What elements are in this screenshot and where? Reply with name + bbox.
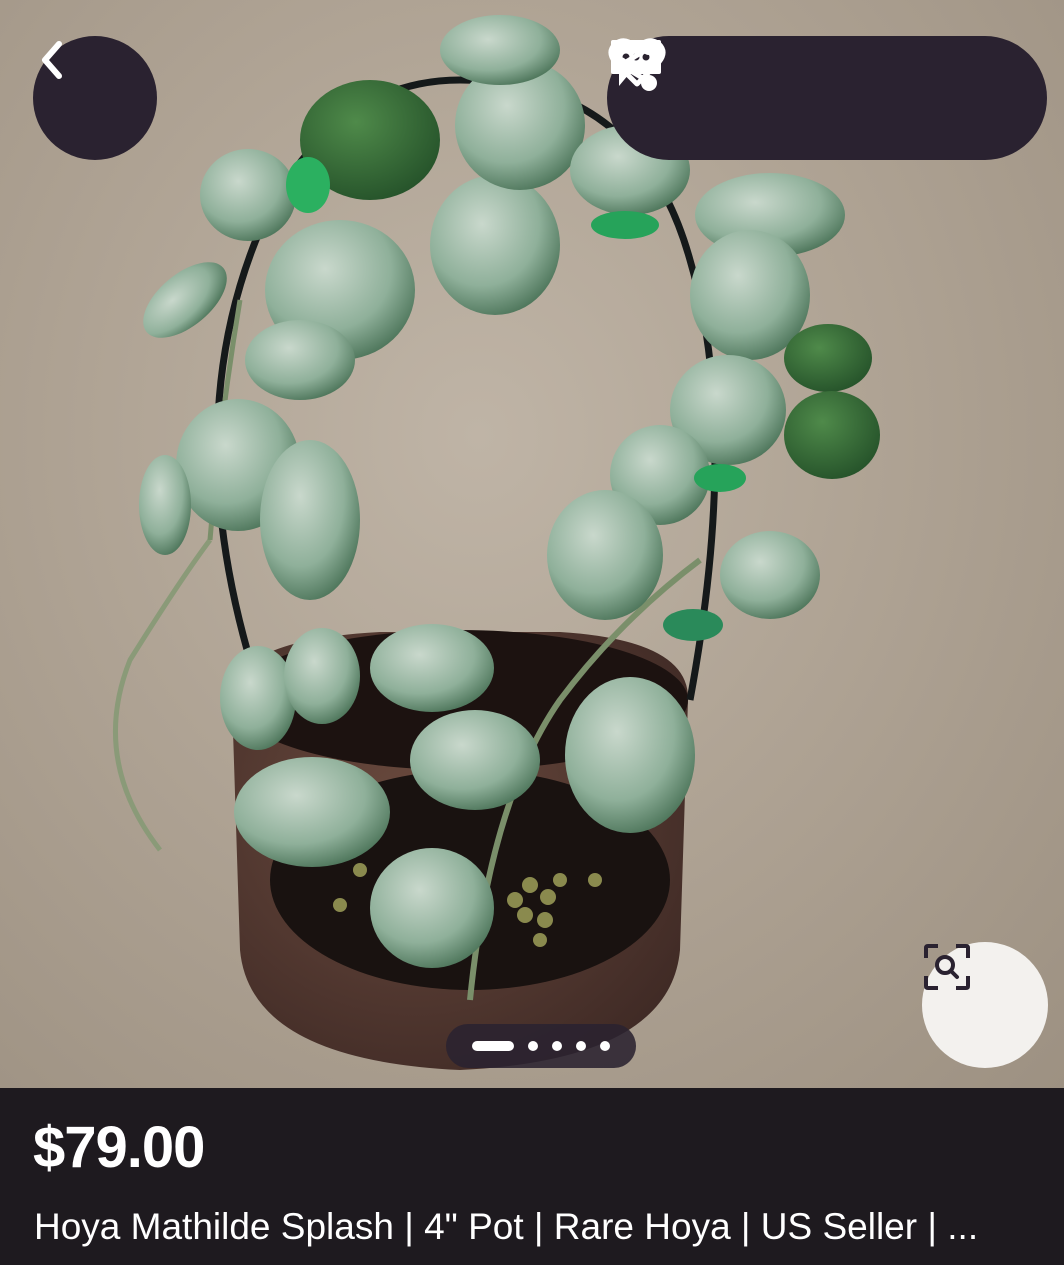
action-bar (607, 36, 1047, 160)
listing-info: $79.00 Hoya Mathilde Splash | 4" Pot | R… (0, 1088, 1064, 1265)
pager-dot[interactable] (552, 1041, 562, 1051)
visual-search-icon (924, 944, 970, 990)
listing-price: $79.00 (33, 1115, 205, 1180)
listing-title[interactable]: Hoya Mathilde Splash | 4" Pot | Rare Hoy… (34, 1206, 1044, 1248)
pager-dot-active[interactable] (472, 1041, 514, 1051)
favorite-button[interactable] (608, 38, 976, 130)
share-button[interactable] (612, 39, 859, 130)
pager-dot[interactable] (576, 1041, 586, 1051)
plant-image (113, 15, 880, 1070)
image-pager[interactable] (446, 1024, 636, 1068)
heart-icon (608, 38, 666, 87)
visual-search-button[interactable] (922, 942, 1048, 1068)
chevron-left-icon (42, 41, 62, 79)
back-button[interactable] (33, 36, 157, 160)
chat-button[interactable] (611, 40, 742, 130)
pager-dot[interactable] (528, 1041, 538, 1051)
product-photo[interactable] (0, 0, 1064, 1088)
pager-dot[interactable] (600, 1041, 610, 1051)
